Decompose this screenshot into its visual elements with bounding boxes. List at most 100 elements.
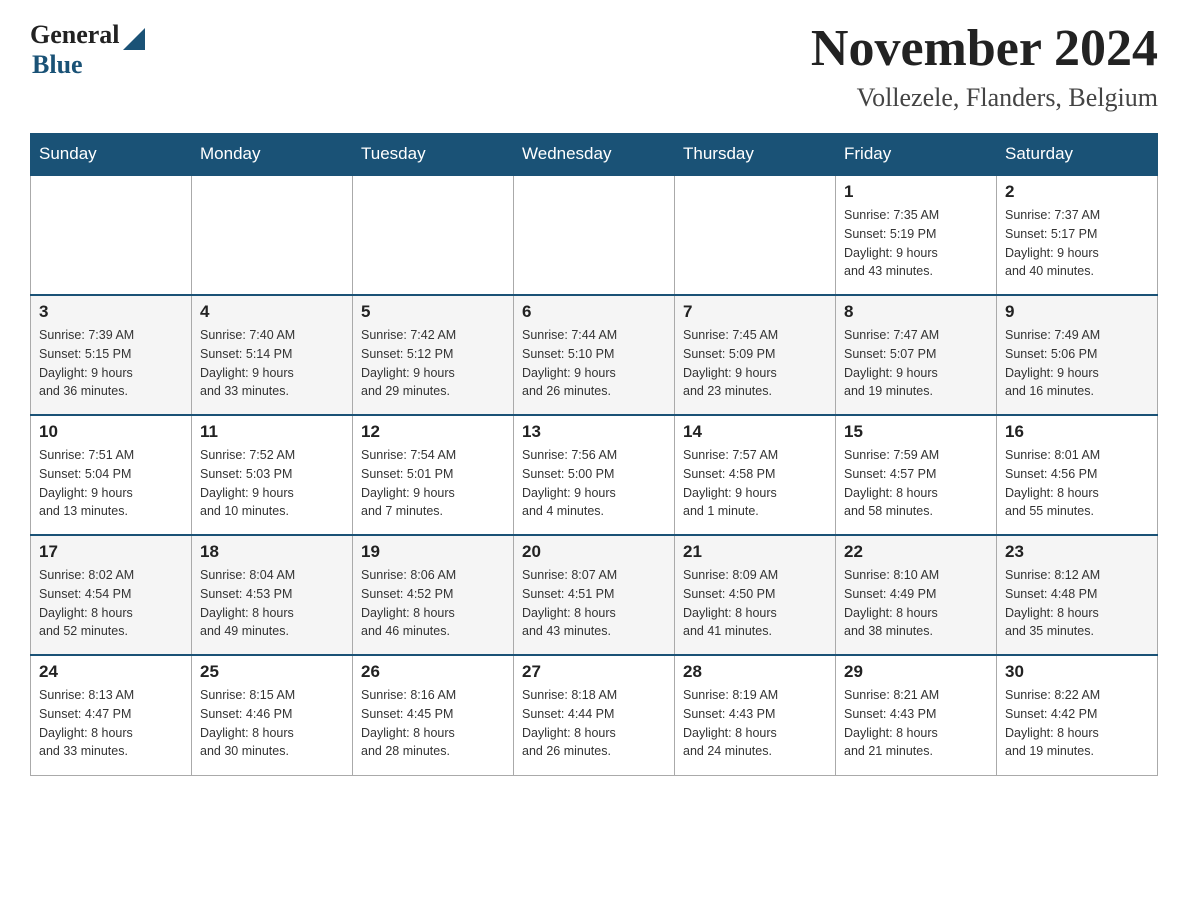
day-number: 10 — [39, 422, 183, 442]
day-info: Sunrise: 8:06 AMSunset: 4:52 PMDaylight:… — [361, 566, 505, 641]
day-number: 25 — [200, 662, 344, 682]
day-info: Sunrise: 8:10 AMSunset: 4:49 PMDaylight:… — [844, 566, 988, 641]
title-block: November 2024 Vollezele, Flanders, Belgi… — [811, 20, 1158, 113]
weekday-header-row: SundayMondayTuesdayWednesdayThursdayFrid… — [31, 134, 1158, 176]
day-number: 29 — [844, 662, 988, 682]
day-info: Sunrise: 7:37 AMSunset: 5:17 PMDaylight:… — [1005, 206, 1149, 281]
calendar-cell: 2 Sunrise: 7:37 AMSunset: 5:17 PMDaylight… — [997, 175, 1158, 295]
day-info: Sunrise: 8:12 AMSunset: 4:48 PMDaylight:… — [1005, 566, 1149, 641]
day-number: 15 — [844, 422, 988, 442]
calendar-cell — [514, 175, 675, 295]
weekday-header: Tuesday — [353, 134, 514, 176]
calendar-cell: 18 Sunrise: 8:04 AMSunset: 4:53 PMDayligh… — [192, 535, 353, 655]
calendar-cell: 20Sunrise: 8:07 AMSunset: 4:51 PMDayligh… — [514, 535, 675, 655]
day-number: 12 — [361, 422, 505, 442]
calendar-cell: 11 Sunrise: 7:52 AMSunset: 5:03 PMDayligh… — [192, 415, 353, 535]
day-number: 16 — [1005, 422, 1149, 442]
calendar-cell: 13 Sunrise: 7:56 AMSunset: 5:00 PMDayligh… — [514, 415, 675, 535]
calendar-cell: 9 Sunrise: 7:49 AMSunset: 5:06 PMDaylight… — [997, 295, 1158, 415]
page-subtitle: Vollezele, Flanders, Belgium — [811, 83, 1158, 113]
day-number: 14 — [683, 422, 827, 442]
week-row: 3 Sunrise: 7:39 AMSunset: 5:15 PMDaylight… — [31, 295, 1158, 415]
day-info: Sunrise: 7:51 AMSunset: 5:04 PMDaylight:… — [39, 446, 183, 521]
day-info: Sunrise: 8:01 AMSunset: 4:56 PMDaylight:… — [1005, 446, 1149, 521]
calendar-cell: 6 Sunrise: 7:44 AMSunset: 5:10 PMDaylight… — [514, 295, 675, 415]
calendar-cell: 29 Sunrise: 8:21 AMSunset: 4:43 PMDayligh… — [836, 655, 997, 775]
calendar-cell: 1Sunrise: 7:35 AMSunset: 5:19 PMDaylight… — [836, 175, 997, 295]
day-info: Sunrise: 8:22 AMSunset: 4:42 PMDaylight:… — [1005, 686, 1149, 761]
day-number: 4 — [200, 302, 344, 322]
calendar-cell — [31, 175, 192, 295]
day-number: 22 — [844, 542, 988, 562]
day-number: 5 — [361, 302, 505, 322]
day-number: 24 — [39, 662, 183, 682]
calendar-cell: 5 Sunrise: 7:42 AMSunset: 5:12 PMDaylight… — [353, 295, 514, 415]
calendar-cell: 19 Sunrise: 8:06 AMSunset: 4:52 PMDayligh… — [353, 535, 514, 655]
day-number: 7 — [683, 302, 827, 322]
calendar-cell — [675, 175, 836, 295]
day-number: 9 — [1005, 302, 1149, 322]
day-info: Sunrise: 7:56 AMSunset: 5:00 PMDaylight:… — [522, 446, 666, 521]
day-info: Sunrise: 8:21 AMSunset: 4:43 PMDaylight:… — [844, 686, 988, 761]
day-number: 18 — [200, 542, 344, 562]
day-info: Sunrise: 8:15 AMSunset: 4:46 PMDaylight:… — [200, 686, 344, 761]
day-info: Sunrise: 7:57 AMSunset: 4:58 PMDaylight:… — [683, 446, 827, 521]
calendar-cell: 16 Sunrise: 8:01 AMSunset: 4:56 PMDayligh… — [997, 415, 1158, 535]
day-number: 17 — [39, 542, 183, 562]
day-number: 8 — [844, 302, 988, 322]
day-number: 11 — [200, 422, 344, 442]
calendar-cell: 22 Sunrise: 8:10 AMSunset: 4:49 PMDayligh… — [836, 535, 997, 655]
calendar-cell: 28Sunrise: 8:19 AMSunset: 4:43 PMDayligh… — [675, 655, 836, 775]
calendar-cell — [353, 175, 514, 295]
day-number: 23 — [1005, 542, 1149, 562]
calendar-cell: 10 Sunrise: 7:51 AMSunset: 5:04 PMDayligh… — [31, 415, 192, 535]
logo: General Blue — [30, 20, 145, 80]
page-title: November 2024 — [811, 20, 1158, 77]
day-info: Sunrise: 8:02 AMSunset: 4:54 PMDaylight:… — [39, 566, 183, 641]
page-header: General Blue November 2024 Vollezele, Fl… — [30, 20, 1158, 113]
day-number: 3 — [39, 302, 183, 322]
day-number: 30 — [1005, 662, 1149, 682]
day-number: 6 — [522, 302, 666, 322]
calendar-cell: 8 Sunrise: 7:47 AMSunset: 5:07 PMDaylight… — [836, 295, 997, 415]
day-info: Sunrise: 7:39 AMSunset: 5:15 PMDaylight:… — [39, 326, 183, 401]
calendar-table: SundayMondayTuesdayWednesdayThursdayFrid… — [30, 133, 1158, 776]
weekday-header: Friday — [836, 134, 997, 176]
logo-triangle-icon — [123, 28, 145, 50]
week-row: 17 Sunrise: 8:02 AMSunset: 4:54 PMDayligh… — [31, 535, 1158, 655]
day-info: Sunrise: 8:18 AMSunset: 4:44 PMDaylight:… — [522, 686, 666, 761]
calendar-cell: 27 Sunrise: 8:18 AMSunset: 4:44 PMDayligh… — [514, 655, 675, 775]
calendar-cell: 24Sunrise: 8:13 AMSunset: 4:47 PMDayligh… — [31, 655, 192, 775]
weekday-header: Sunday — [31, 134, 192, 176]
logo-general-text: General — [30, 20, 120, 50]
day-number: 21 — [683, 542, 827, 562]
calendar-cell: 21 Sunrise: 8:09 AMSunset: 4:50 PMDayligh… — [675, 535, 836, 655]
week-row: 10 Sunrise: 7:51 AMSunset: 5:04 PMDayligh… — [31, 415, 1158, 535]
day-number: 26 — [361, 662, 505, 682]
day-number: 13 — [522, 422, 666, 442]
day-info: Sunrise: 7:49 AMSunset: 5:06 PMDaylight:… — [1005, 326, 1149, 401]
weekday-header: Wednesday — [514, 134, 675, 176]
calendar-cell: 7Sunrise: 7:45 AMSunset: 5:09 PMDaylight… — [675, 295, 836, 415]
day-info: Sunrise: 8:04 AMSunset: 4:53 PMDaylight:… — [200, 566, 344, 641]
day-info: Sunrise: 7:47 AMSunset: 5:07 PMDaylight:… — [844, 326, 988, 401]
day-info: Sunrise: 7:44 AMSunset: 5:10 PMDaylight:… — [522, 326, 666, 401]
day-number: 2 — [1005, 182, 1149, 202]
day-info: Sunrise: 7:42 AMSunset: 5:12 PMDaylight:… — [361, 326, 505, 401]
calendar-cell: 15 Sunrise: 7:59 AMSunset: 4:57 PMDayligh… — [836, 415, 997, 535]
calendar-cell: 26Sunrise: 8:16 AMSunset: 4:45 PMDayligh… — [353, 655, 514, 775]
day-info: Sunrise: 8:19 AMSunset: 4:43 PMDaylight:… — [683, 686, 827, 761]
calendar-cell: 23 Sunrise: 8:12 AMSunset: 4:48 PMDayligh… — [997, 535, 1158, 655]
calendar-cell: 14 Sunrise: 7:57 AMSunset: 4:58 PMDayligh… — [675, 415, 836, 535]
calendar-cell: 25 Sunrise: 8:15 AMSunset: 4:46 PMDayligh… — [192, 655, 353, 775]
day-info: Sunrise: 7:59 AMSunset: 4:57 PMDaylight:… — [844, 446, 988, 521]
week-row: 1Sunrise: 7:35 AMSunset: 5:19 PMDaylight… — [31, 175, 1158, 295]
day-info: Sunrise: 7:52 AMSunset: 5:03 PMDaylight:… — [200, 446, 344, 521]
calendar-cell: 12Sunrise: 7:54 AMSunset: 5:01 PMDayligh… — [353, 415, 514, 535]
day-number: 27 — [522, 662, 666, 682]
day-info: Sunrise: 8:09 AMSunset: 4:50 PMDaylight:… — [683, 566, 827, 641]
calendar-cell — [192, 175, 353, 295]
day-info: Sunrise: 8:07 AMSunset: 4:51 PMDaylight:… — [522, 566, 666, 641]
day-number: 19 — [361, 542, 505, 562]
calendar-cell: 4Sunrise: 7:40 AMSunset: 5:14 PMDaylight… — [192, 295, 353, 415]
